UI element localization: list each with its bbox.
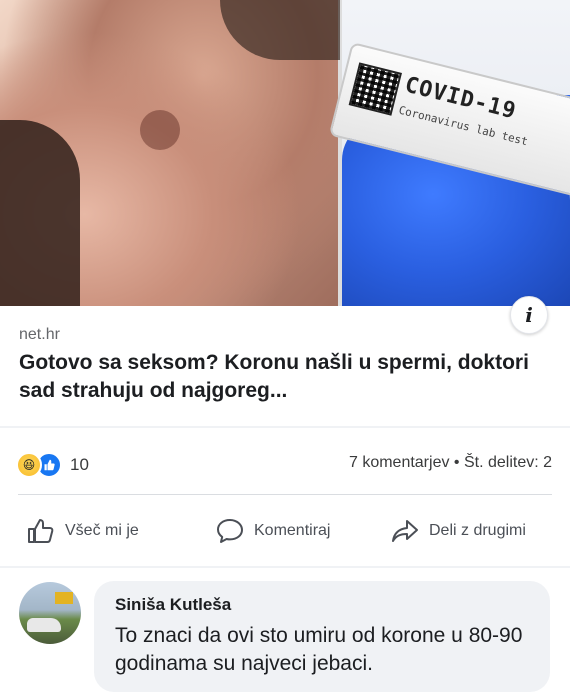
comment-button[interactable]: Komentiraj [215,511,330,551]
comment-bubble-icon [217,519,243,543]
avatar[interactable] [19,582,81,644]
comment-button-label: Komentiraj [254,522,331,539]
thumbs-up-icon [28,519,54,543]
info-icon[interactable]: i [510,296,548,334]
comments-shares-stats[interactable]: 7 komentarjev • Št. delitev: 2 [349,454,552,472]
share-arrow-icon [392,520,418,542]
reaction-summary[interactable]: 😆 10 [16,452,89,478]
divider [18,494,552,495]
covid-test-tube-photo: COVID-19 Coronavirus lab test [328,0,570,306]
comment-author[interactable]: Siniša Kutleša [115,595,231,615]
comment-text: To znaci da ovi sto umiru od korone u 80… [115,624,523,675]
share-button-label: Deli z drugimi [429,522,526,539]
reaction-count: 10 [70,455,89,474]
link-preview-image[interactable]: COVID-19 Coronavirus lab test [0,0,570,306]
source-domain: net.hr [19,326,60,343]
like-button[interactable]: Všeč mi je [26,511,139,551]
haha-emoji-icon: 😆 [16,452,42,478]
share-button[interactable]: Deli z drugimi [390,511,526,551]
post-action-bar: Všeč mi je Komentiraj Deli z drugimi [0,511,570,551]
link-preview-card[interactable]: COVID-19 Coronavirus lab test i net.hr G… [0,0,570,420]
qr-code-icon [348,62,402,116]
like-button-label: Všeč mi je [65,522,139,539]
divider [0,426,570,428]
article-headline[interactable]: Gotovo sa seksom? Koronu našli u spermi,… [19,349,559,405]
comment-bubble: Siniša Kutleša To znaci da ovi sto umiru… [94,581,550,692]
kissing-couple-photo [0,0,340,306]
divider [0,566,570,568]
